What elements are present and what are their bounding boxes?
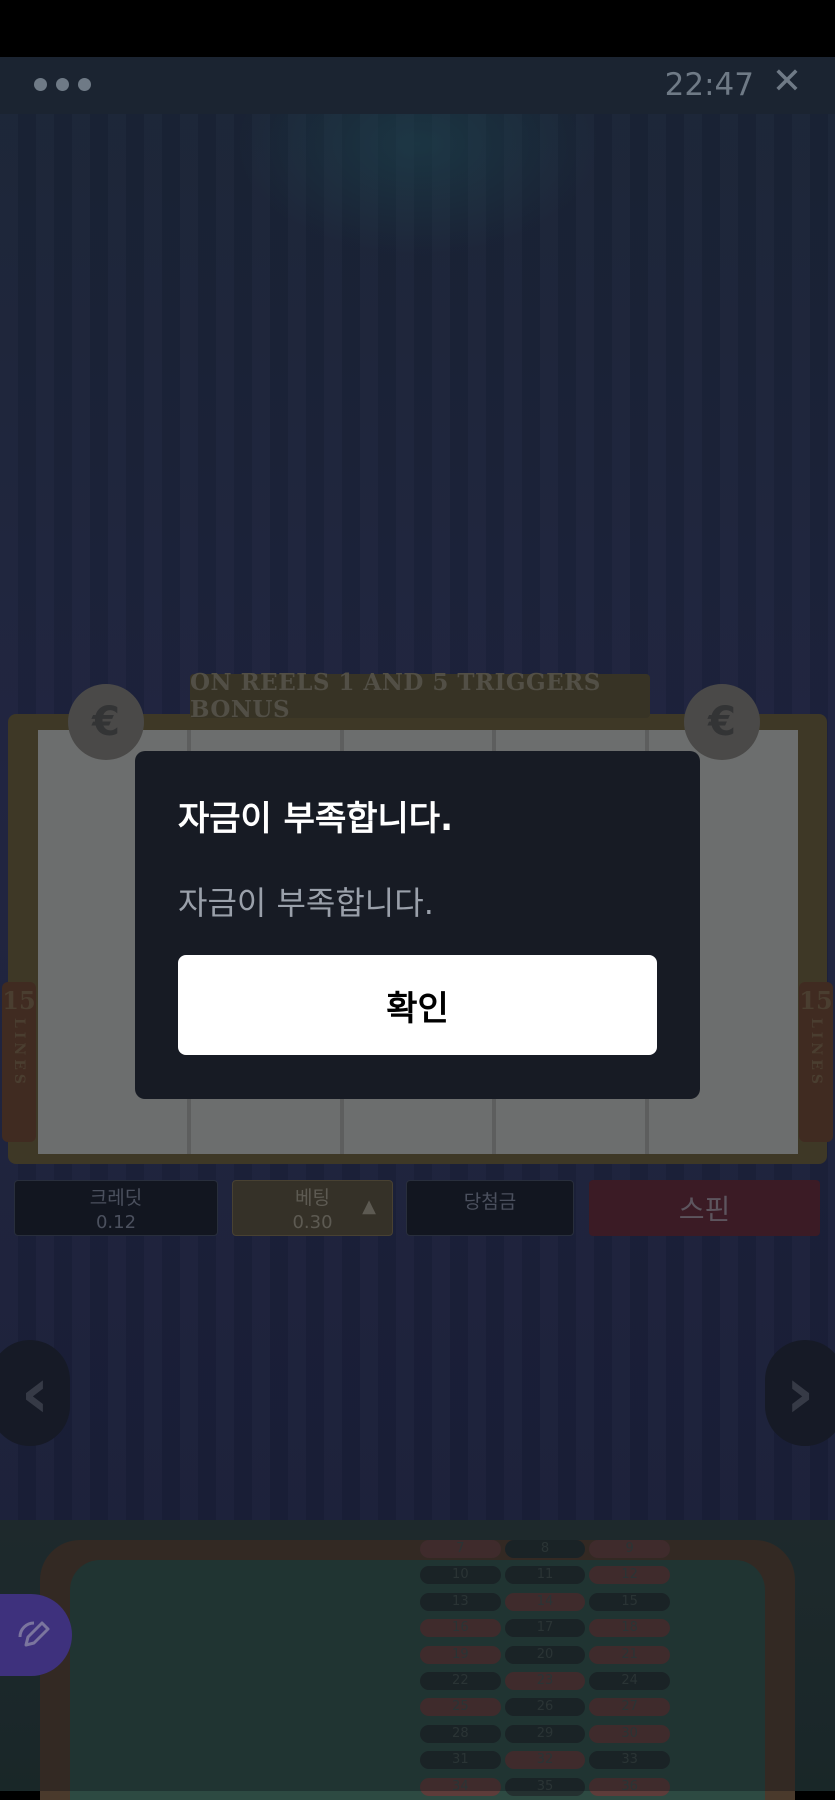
- dialog-message: 자금이 부족합니다.: [178, 884, 434, 922]
- top-bar: 22:47 ✕: [0, 57, 835, 114]
- dialog-title: 자금이 부족합니다.: [178, 799, 453, 839]
- status-bar: [0, 0, 835, 57]
- more-menu-icon[interactable]: [34, 78, 91, 91]
- confirm-button[interactable]: 확인: [178, 955, 657, 1055]
- close-icon[interactable]: ✕: [772, 64, 802, 100]
- insufficient-funds-dialog: 자금이 부족합니다. 자금이 부족합니다. 확인: [135, 751, 700, 1099]
- clock: 22:47: [664, 67, 754, 103]
